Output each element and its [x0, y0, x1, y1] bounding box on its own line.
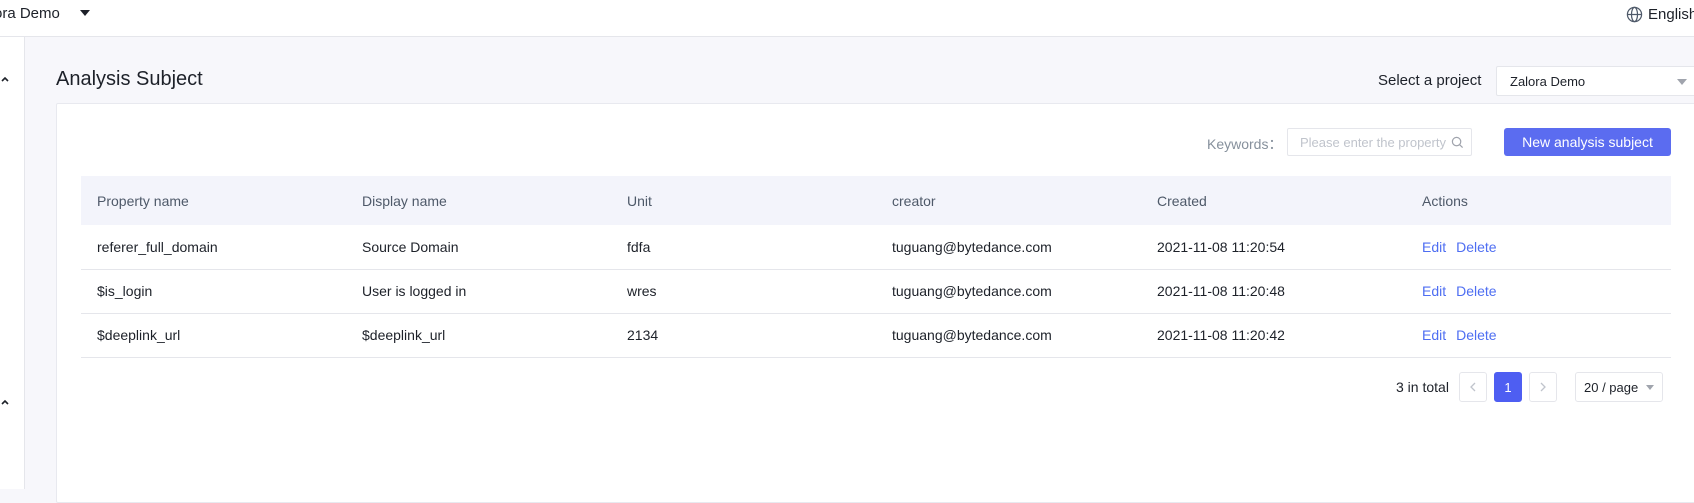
globe-icon [1626, 6, 1643, 22]
project-select-value: Zalora Demo [1510, 74, 1586, 89]
delete-link[interactable]: Delete [1456, 327, 1496, 343]
table-row: referer_full_domain Source Domain fdfa t… [81, 225, 1671, 269]
cell-display-name: Source Domain [362, 238, 459, 255]
page-title: Analysis Subject [56, 68, 203, 90]
cell-display-name: User is logged in [362, 283, 467, 299]
next-page-button[interactable] [1529, 372, 1557, 402]
cell-actions: Edit Delete [1406, 313, 1671, 357]
cell-property-name: referer_full_domain [97, 238, 218, 255]
project-switcher-label: ora Demo [0, 4, 60, 22]
project-select[interactable]: Zalora Demo [1496, 66, 1694, 96]
column-header-creator: creator [892, 192, 936, 209]
project-switcher[interactable]: ora Demo [0, 0, 90, 26]
table-row: $deeplink_url $deeplink_url 2134 tuguang… [81, 313, 1671, 357]
cell-unit: fdfa [627, 238, 651, 255]
pagination-total: 3 in total [1396, 379, 1449, 395]
keywords-label: Keywords： [1207, 136, 1283, 152]
cell-actions: Edit Delete [1406, 269, 1671, 313]
cell-property-name: $is_login [97, 283, 153, 299]
chevron-left-icon [1470, 382, 1476, 392]
table-header-row: Property name Display name Unit creator … [81, 176, 1671, 225]
page-size-value: 20 / page [1584, 380, 1639, 395]
caret-down-icon [79, 10, 90, 16]
chevron-up-icon[interactable] [0, 398, 10, 406]
search-icon[interactable] [1451, 136, 1464, 149]
new-analysis-subject-button[interactable]: New analysis subject [1504, 128, 1671, 156]
column-header-unit: Unit [627, 192, 652, 209]
cell-display-name: $deeplink_url [362, 327, 446, 343]
delete-link[interactable]: Delete [1456, 283, 1496, 299]
chevron-right-icon [1540, 382, 1546, 392]
column-header-created: Created [1157, 192, 1207, 209]
cell-creator: tuguang@bytedance.com [892, 238, 1052, 255]
language-selector[interactable]: English [1626, 5, 1694, 23]
search-box [1287, 128, 1472, 156]
language-label: English [1648, 5, 1694, 23]
cell-creator: tuguang@bytedance.com [892, 327, 1052, 343]
cell-unit: 2134 [627, 327, 659, 343]
column-header-property-name: Property name [97, 192, 189, 209]
column-header-display-name: Display name [362, 192, 447, 209]
edit-link[interactable]: Edit [1422, 327, 1446, 343]
page-number-button[interactable]: 1 [1494, 372, 1522, 402]
page-size-select[interactable]: 20 / page [1575, 372, 1663, 402]
top-bar: ora Demo English [0, 0, 1694, 37]
cell-created: 2021-11-08 11:20:48 [1157, 283, 1285, 299]
edit-link[interactable]: Edit [1422, 283, 1446, 299]
cell-property-name: $deeplink_url [97, 327, 181, 343]
caret-down-icon [1646, 385, 1654, 390]
search-input[interactable] [1288, 129, 1448, 155]
select-project-label: Select a project [1378, 72, 1482, 89]
sidebar [0, 37, 25, 489]
cell-actions: Edit Delete [1406, 225, 1671, 269]
column-header-actions: Actions [1422, 192, 1468, 209]
cell-created: 2021-11-08 11:20:54 [1157, 238, 1285, 255]
caret-down-icon [1677, 79, 1687, 85]
cell-unit: wres [627, 283, 657, 299]
chevron-up-icon[interactable] [0, 75, 10, 83]
cell-creator: tuguang@bytedance.com [892, 283, 1052, 299]
table-row: $is_login User is logged in wres tuguang… [81, 269, 1671, 313]
analysis-subject-table: Property name Display name Unit creator … [81, 176, 1671, 358]
prev-page-button[interactable] [1459, 372, 1487, 402]
cell-created: 2021-11-08 11:20:42 [1157, 327, 1285, 343]
edit-link[interactable]: Edit [1422, 239, 1446, 255]
delete-link[interactable]: Delete [1456, 239, 1496, 255]
